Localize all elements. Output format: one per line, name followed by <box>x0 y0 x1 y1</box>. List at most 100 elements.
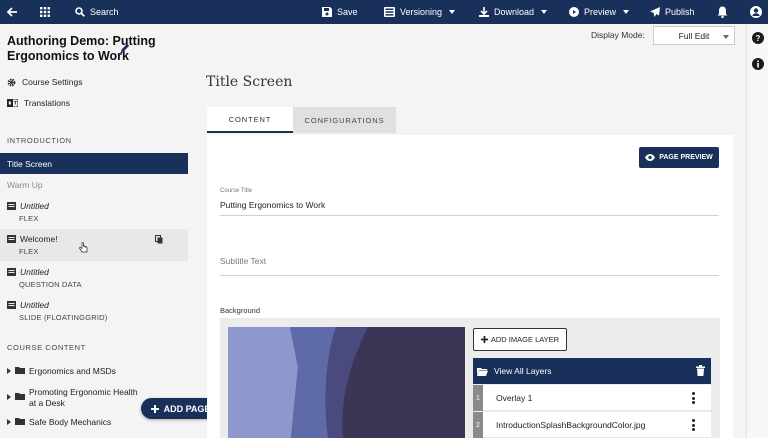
display-mode-select[interactable]: Full Edit <box>653 26 735 45</box>
layer-row[interactable]: 2 IntroductionSplashBackgroundColor.jpg <box>473 412 711 438</box>
help-icon[interactable]: ? <box>752 32 764 44</box>
caret-right-icon <box>7 368 11 374</box>
tab-configurations[interactable]: CONFIGURATIONS <box>293 107 396 133</box>
view-all-layers-header[interactable]: View All Layers <box>473 358 711 384</box>
background-label: Background <box>220 306 261 315</box>
copy-icon[interactable] <box>155 235 163 244</box>
page-item-title: Welcome! <box>20 234 58 244</box>
publish-button[interactable]: Publish <box>650 0 695 24</box>
page-item-type: FLEX <box>19 247 39 256</box>
page-item[interactable]: Untitled FLEX <box>0 196 188 228</box>
layer-index: 1 <box>473 385 483 411</box>
display-mode-value: Full Edit <box>678 30 710 41</box>
course-title-label: Course Title <box>220 188 253 194</box>
eye-icon <box>645 154 656 161</box>
save-label: Save <box>337 7 358 17</box>
apps-grid-button[interactable] <box>40 0 50 24</box>
play-circle-icon <box>569 7 579 17</box>
sidebar: Authoring Demo: Putting Ergonomics to Wo… <box>0 24 190 438</box>
page-item[interactable]: Untitled QUESTION DATA <box>0 262 188 294</box>
versioning-label: Versioning <box>400 7 443 17</box>
add-image-layer-label: ADD IMAGE LAYER <box>490 335 560 344</box>
folder-icon <box>15 393 25 400</box>
page-icon <box>7 301 16 309</box>
page-item[interactable]: Untitled SLIDE (FLOATINGGRID) <box>0 295 188 327</box>
page-item-warm-up[interactable]: Warm Up <box>7 180 43 190</box>
versioning-icon <box>384 7 395 17</box>
back-button[interactable] <box>6 0 18 24</box>
page-item-title: Untitled <box>20 267 49 277</box>
page-item-label: Title Screen <box>7 158 53 169</box>
page-item-type: SLIDE (FLOATINGGRID) <box>19 313 108 322</box>
chevron-down-icon <box>623 10 630 14</box>
grid-icon <box>40 7 50 17</box>
view-all-layers-label: View All Layers <box>494 366 552 376</box>
tree-item-promoting-ergonomic-health[interactable]: Promoting Ergonomic Health at a Desk <box>7 387 144 409</box>
info-glyph-icon <box>757 60 759 68</box>
search-label: Search <box>90 7 119 17</box>
notifications-button[interactable] <box>717 0 728 24</box>
back-arrow-icon <box>6 7 17 17</box>
right-rail: ? <box>746 24 768 438</box>
tab-label: CONFIGURATIONS <box>304 115 385 125</box>
add-page-label: ADD PAGE <box>163 403 211 414</box>
more-vertical-icon[interactable] <box>692 392 695 406</box>
page-preview-label: PAGE PREVIEW <box>659 154 713 161</box>
subtitle-input[interactable]: Subtitle Text <box>220 256 266 266</box>
download-label: Download <box>494 7 535 17</box>
page-preview-button[interactable]: PAGE PREVIEW <box>639 147 719 168</box>
user-circle-icon <box>750 6 762 18</box>
page-icon <box>7 235 16 243</box>
chevron-down-icon <box>449 10 456 14</box>
plus-icon <box>150 404 159 413</box>
info-icon[interactable] <box>752 58 764 70</box>
layer-name: Overlay 1 <box>496 393 533 403</box>
hand-pointer-cursor-icon <box>79 242 88 253</box>
page-title: Title Screen <box>206 74 293 90</box>
introduction-section-header: INTRODUCTION <box>7 136 72 145</box>
page-item-type: FLEX <box>19 214 39 223</box>
page-item-type: QUESTION DATA <box>19 280 82 289</box>
page-item-title: Untitled <box>20 201 49 211</box>
plus-icon <box>480 336 488 343</box>
course-title-underline <box>220 215 719 216</box>
versioning-menu[interactable]: Versioning <box>384 0 456 24</box>
tab-content[interactable]: CONTENT <box>207 107 293 133</box>
layer-name: IntroductionSplashBackgroundColor.jpg <box>496 420 646 430</box>
background-image-preview[interactable] <box>228 327 465 438</box>
page-item[interactable]: Welcome! FLEX <box>0 229 188 261</box>
page-item-title-screen[interactable]: Title Screen <box>0 153 188 174</box>
background-image <box>228 327 465 438</box>
course-title-input[interactable]: Putting Ergonomics to Work <box>220 200 325 210</box>
folder-icon <box>15 418 25 425</box>
add-image-layer-button[interactable]: ADD IMAGE LAYER <box>473 328 567 351</box>
tree-item-label: Promoting Ergonomic Health at a Desk <box>29 387 138 408</box>
save-button[interactable]: Save <box>322 0 358 24</box>
course-content-section-header: COURSE CONTENT <box>7 343 86 352</box>
user-avatar-button[interactable] <box>750 0 762 24</box>
folder-icon <box>15 367 25 374</box>
page-item-title: Untitled <box>20 300 49 310</box>
paper-plane-icon <box>650 7 660 17</box>
layer-row[interactable]: 1 Overlay 1 <box>473 385 711 411</box>
top-toolbar: Search Save Versioning Download Preview … <box>0 0 768 24</box>
gear-icon <box>7 78 16 86</box>
layer-index: 2 <box>473 412 483 438</box>
tree-item-safe-body-mechanics[interactable]: Safe Body Mechanics <box>7 417 111 427</box>
tree-item-label: Ergonomics and MSDs <box>29 366 116 376</box>
download-icon <box>479 7 489 17</box>
chevron-down-icon <box>723 35 729 39</box>
caret-right-icon <box>7 394 11 400</box>
trash-icon[interactable] <box>696 365 705 376</box>
pencil-icon[interactable] <box>120 43 130 53</box>
translations-link[interactable]: Translations <box>7 98 70 108</box>
caret-right-icon <box>7 419 11 425</box>
preview-menu[interactable]: Preview <box>569 0 630 24</box>
download-menu[interactable]: Download <box>479 0 548 24</box>
search-button[interactable]: Search <box>75 0 119 24</box>
course-settings-link[interactable]: Course Settings <box>7 77 82 87</box>
tree-item-ergonomics-and-msds[interactable]: Ergonomics and MSDs <box>7 366 116 376</box>
chevron-down-icon <box>541 10 548 14</box>
help-glyph: ? <box>755 33 761 43</box>
more-vertical-icon[interactable] <box>692 419 695 433</box>
